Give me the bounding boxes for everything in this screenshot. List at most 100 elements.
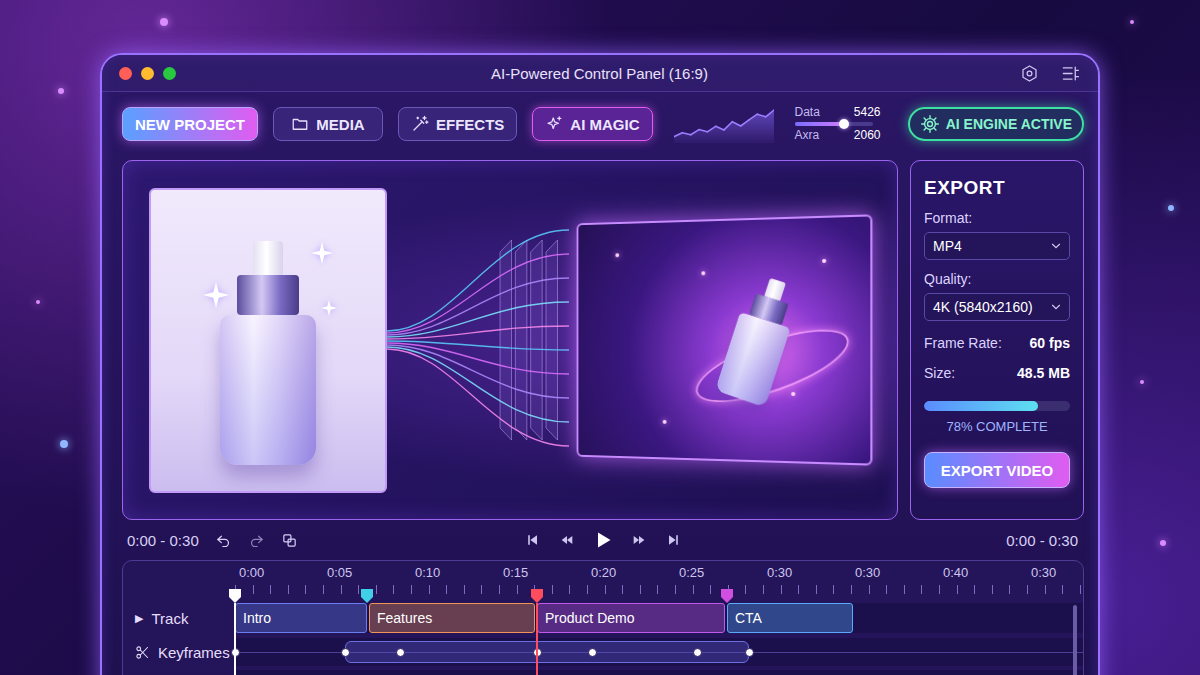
decor-dot: [1168, 205, 1174, 211]
timeline-marker[interactable]: [721, 589, 733, 675]
stat-value: 5426: [854, 106, 881, 119]
export-panel: EXPORTFormat:MP4Quality:4K (5840x2160)Fr…: [910, 160, 1084, 520]
ruler-label: 0:25: [675, 565, 763, 580]
stream-line: [387, 349, 569, 446]
field-label: Size:: [924, 365, 955, 381]
toolbar-button[interactable]: EFFECTS: [398, 107, 517, 141]
marker-flag-icon[interactable]: [229, 589, 241, 603]
timeline-clip[interactable]: Product Demo: [537, 603, 725, 633]
chart-area: [674, 110, 774, 143]
timeline: 0:000:050:100:150:200:250:300:300:400:30…: [122, 560, 1084, 675]
ruler-labels: 0:000:050:100:150:200:250:300:300:400:30: [235, 565, 1083, 580]
select-box[interactable]: MP4: [924, 232, 1070, 260]
rewind-icon[interactable]: [559, 532, 575, 548]
chart-line-segment: [682, 133, 690, 135]
window-title: AI-Powered Control Panel (16:9): [491, 65, 708, 82]
folder-icon: [291, 115, 309, 133]
chevron-down-icon: [1049, 300, 1063, 314]
duplicate-icon[interactable]: [281, 532, 298, 549]
product-bottle: [220, 241, 316, 465]
timeline-marker[interactable]: [531, 589, 543, 675]
skip-forward-icon[interactable]: [665, 532, 681, 548]
ai-transform-stream: [387, 190, 569, 490]
stat-row: Data5426: [795, 106, 881, 119]
marker-flag-icon[interactable]: [721, 589, 733, 603]
slider-knob[interactable]: [839, 119, 849, 129]
time-range: 0:00 - 0:30: [127, 532, 199, 549]
field-value: 60 fps: [1030, 335, 1070, 351]
keyframe-dot[interactable]: [396, 648, 405, 657]
bottle-collar: [237, 275, 299, 315]
timeline-clip[interactable]: Intro: [235, 603, 367, 633]
ruler-ticks: [235, 585, 1083, 594]
bottle-shape: [715, 273, 804, 408]
track-label[interactable]: ▶ Track: [123, 603, 235, 633]
redo-icon[interactable]: [248, 532, 265, 549]
workspace: EXPORTFormat:MP4Quality:4K (5840x2160)Fr…: [102, 160, 1098, 520]
toolbar-button[interactable]: NEW PROJECT: [122, 107, 258, 141]
timeline-marker[interactable]: [229, 589, 241, 675]
panel-list-icon[interactable]: [1061, 64, 1080, 83]
export-field: Size: 48.5 MB: [924, 365, 1070, 381]
keyframe-dot[interactable]: [588, 648, 597, 657]
decor-dot: [1130, 20, 1134, 24]
field-value: 48.5 MB: [1017, 365, 1070, 381]
sparkle-icon: [545, 115, 563, 133]
decor-dot: [160, 18, 168, 26]
toolbar-button[interactable]: MEDIA: [273, 107, 383, 141]
glow-dot: [615, 253, 619, 257]
select-value: 4K (5840x2160): [933, 299, 1033, 315]
timeline-clip[interactable]: Features: [369, 603, 535, 633]
transport-right: 0:00 - 0:30: [1006, 532, 1078, 549]
ruler-label: 0:10: [411, 565, 499, 580]
export-field: Format:MP4: [924, 210, 1070, 260]
decor-dot: [60, 440, 68, 448]
chart-line-segment: [749, 114, 757, 120]
play-icon[interactable]: [593, 530, 613, 550]
keyframe-span[interactable]: [345, 641, 749, 663]
keyframe-dot[interactable]: [231, 648, 240, 657]
close-button[interactable]: [119, 67, 132, 80]
timeline-scrollbar[interactable]: [1073, 605, 1077, 675]
chart-line-segment: [690, 130, 698, 135]
skip-back-icon[interactable]: [525, 532, 541, 548]
row-label-text: Track: [151, 610, 188, 627]
sparkle-icon: [311, 242, 333, 264]
keyframe-dot[interactable]: [693, 648, 702, 657]
undo-icon[interactable]: [215, 532, 232, 549]
chart-line-segment: [724, 122, 732, 130]
playhead-line: [234, 603, 236, 675]
select-box[interactable]: 4K (5840x2160): [924, 293, 1070, 321]
progress-label: 78% COMPLETE: [924, 419, 1070, 434]
marker-flag-icon[interactable]: [361, 589, 373, 603]
fast-forward-icon[interactable]: [631, 532, 647, 548]
chart-line-segment: [674, 133, 682, 137]
minimize-button[interactable]: [141, 67, 154, 80]
marker-flag-icon[interactable]: [531, 589, 543, 603]
timeline-marker[interactable]: [361, 589, 373, 675]
transform-layer: [546, 240, 557, 440]
keyframe-dot[interactable]: [745, 648, 754, 657]
keyframes-lane: [235, 638, 1083, 666]
chart-line-segment: [732, 122, 740, 126]
page: AI-Powered Control Panel (16:9) NEW PROJE…: [0, 0, 1200, 675]
keyframe-dot[interactable]: [341, 648, 350, 657]
playhead-line: [536, 603, 538, 675]
zoom-button[interactable]: [163, 67, 176, 80]
export-field: Frame Rate: 60 fps: [924, 335, 1070, 351]
settings-icon[interactable]: [1020, 64, 1039, 83]
source-photo: [149, 188, 387, 493]
slider-fill: [795, 122, 845, 126]
toolbar-button[interactable]: AI MAGIC: [532, 107, 652, 141]
timeline-clip[interactable]: CTA: [727, 603, 853, 633]
stat-slider[interactable]: [795, 122, 873, 126]
product-bottle: [715, 273, 804, 408]
export-button[interactable]: EXPORT VIDEO: [924, 452, 1070, 488]
transform-layer: [531, 240, 542, 440]
button-label: NEW PROJECT: [135, 116, 245, 133]
keyframe-dot[interactable]: [533, 648, 542, 657]
ruler-label: 0:40: [939, 565, 1027, 580]
chevron-down-icon: [1049, 239, 1063, 253]
field-label: Frame Rate:: [924, 335, 1002, 351]
expand-toggle[interactable]: ▶: [135, 612, 143, 625]
